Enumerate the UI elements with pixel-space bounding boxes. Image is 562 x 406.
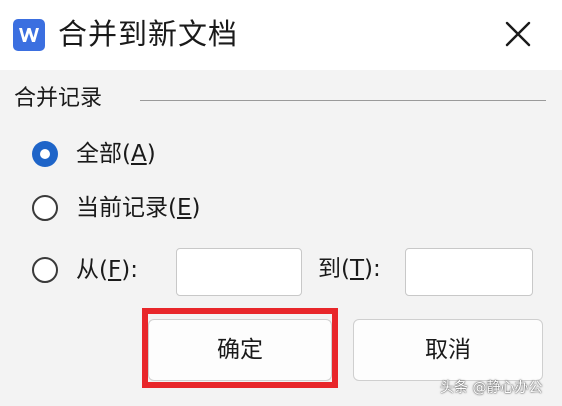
close-icon [505,21,531,47]
wps-writer-icon [13,19,45,51]
radio-option-range-label: 从(F): [76,257,138,283]
radio-option-range[interactable]: 从(F): [32,250,138,290]
from-record-input[interactable] [176,248,302,296]
ok-button[interactable]: 确定 [148,319,332,381]
dialog-title: 合并到新文档 [58,17,239,51]
group-divider [140,100,546,101]
radio-button-checked[interactable] [32,141,58,167]
close-button[interactable] [496,14,540,54]
radio-option-current-record[interactable]: 当前记录(E) [32,188,201,228]
title-bar: 合并到新文档 [0,0,562,70]
radio-button[interactable] [32,195,58,221]
dialog-content: 合并记录 全部(A) 当前记录(E) 从(F): 到(T): 确定 取消 [0,70,562,406]
radio-option-all-label: 全部(A) [76,141,156,167]
to-record-input[interactable] [405,248,533,296]
radio-option-all[interactable]: 全部(A) [32,134,156,174]
merge-to-new-document-dialog: 合并到新文档 合并记录 全部(A) 当前记录(E) 从(F): 到(T): 确定… [0,0,562,406]
watermark: 头条 @静心办公 [440,380,543,396]
cancel-button[interactable]: 取消 [353,319,543,381]
merge-records-group-label: 合并记录 [14,84,109,114]
to-record-label: 到(T): [318,256,381,282]
radio-option-current-record-label: 当前记录(E) [76,195,201,221]
radio-button[interactable] [32,257,58,283]
